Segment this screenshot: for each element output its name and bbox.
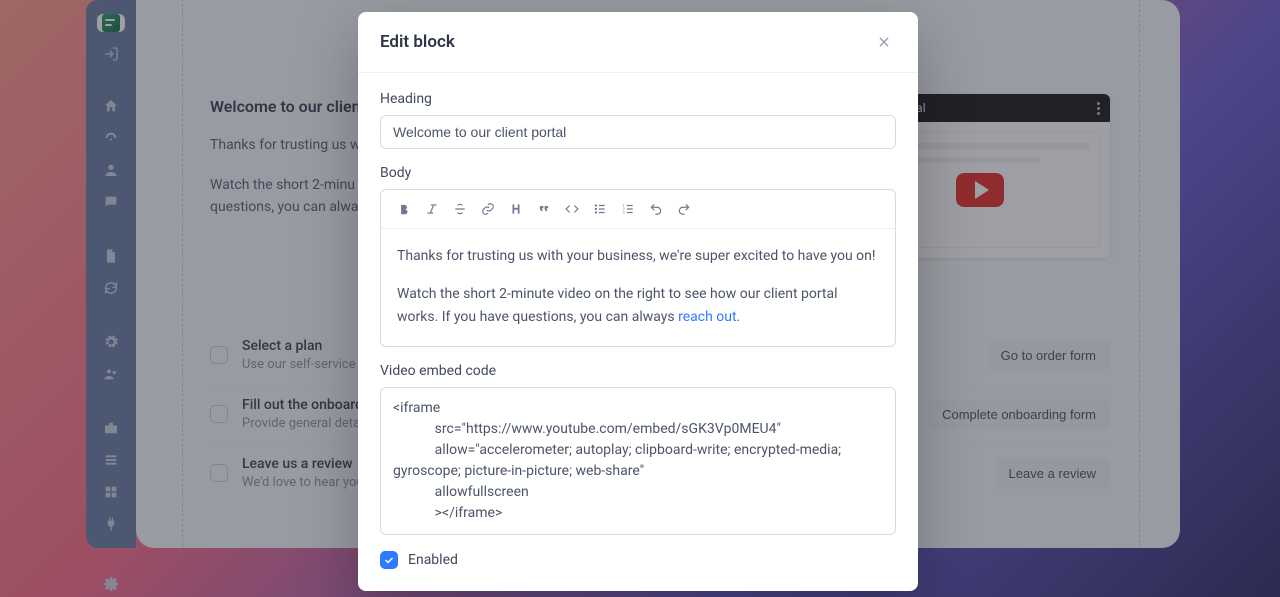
close-icon[interactable] — [872, 30, 896, 54]
redo-icon[interactable] — [673, 198, 695, 220]
body-editor: 123 Thanks for trusting us with your bus… — [380, 189, 896, 347]
bullet-list-icon[interactable] — [589, 198, 611, 220]
reach-out-link[interactable]: reach out — [678, 309, 736, 325]
strike-icon[interactable] — [449, 198, 471, 220]
link-icon[interactable] — [477, 198, 499, 220]
svg-text:3: 3 — [623, 211, 625, 215]
quote-icon[interactable] — [533, 198, 555, 220]
modal-title: Edit block — [380, 32, 455, 52]
code-icon[interactable] — [561, 198, 583, 220]
body-label: Body — [380, 165, 896, 181]
heading-input[interactable] — [380, 115, 896, 149]
body-paragraph-1: Thanks for trusting us with your busines… — [397, 245, 879, 267]
body-paragraph-2: Watch the short 2-minute video on the ri… — [397, 283, 879, 328]
editor-toolbar: 123 — [381, 190, 895, 229]
enabled-checkbox[interactable] — [380, 551, 398, 569]
heading-icon[interactable] — [505, 198, 527, 220]
video-embed-label: Video embed code — [380, 363, 896, 379]
video-embed-input[interactable]: <iframe src="https://www.youtube.com/emb… — [380, 387, 896, 535]
enabled-label: Enabled — [408, 552, 458, 568]
bold-icon[interactable] — [393, 198, 415, 220]
undo-icon[interactable] — [645, 198, 667, 220]
italic-icon[interactable] — [421, 198, 443, 220]
ordered-list-icon[interactable]: 123 — [617, 198, 639, 220]
heading-label: Heading — [380, 91, 896, 107]
body-editor-content[interactable]: Thanks for trusting us with your busines… — [381, 229, 895, 346]
edit-block-modal: Edit block Heading Body 123 — [358, 12, 918, 591]
